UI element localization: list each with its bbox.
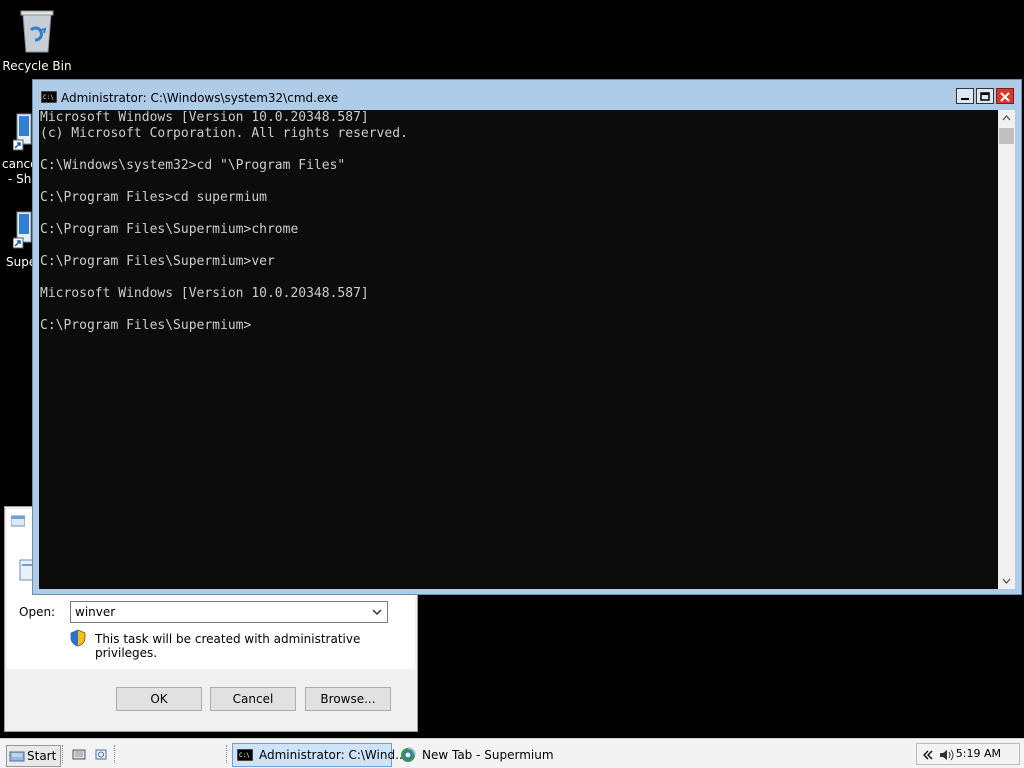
ok-button[interactable]: OK — [116, 687, 202, 711]
minimize-icon — [961, 98, 969, 100]
system-tray: 5:19 AM — [916, 743, 1020, 765]
shortcut-icon — [12, 113, 32, 151]
window-title: Administrator: C:\Windows\system32\cmd.e… — [61, 91, 339, 105]
taskbar-separator — [114, 745, 117, 763]
maximize-button[interactable] — [976, 88, 994, 104]
uac-shield-icon — [70, 629, 86, 647]
start-icon — [9, 751, 25, 762]
console-area[interactable]: Microsoft Windows [Version 10.0.20348.58… — [39, 110, 1015, 589]
taskbar-separator — [62, 745, 65, 763]
run-icon — [11, 515, 25, 527]
volume-icon[interactable] — [939, 748, 955, 762]
window-switcher-icon[interactable] — [94, 747, 108, 761]
scroll-thumb[interactable] — [999, 128, 1014, 144]
shortcut-icon — [12, 211, 32, 249]
maximize-icon — [980, 92, 990, 101]
scroll-down-button[interactable] — [998, 572, 1015, 589]
taskbar-item-label: Administrator: C:\Wind... — [259, 748, 407, 762]
console-output[interactable]: Microsoft Windows [Version 10.0.20348.58… — [40, 110, 408, 334]
desktop-icon-label: Recycle Bin — [2, 59, 72, 73]
cancel-button[interactable]: Cancel — [210, 687, 296, 711]
svg-text:C:\: C:\ — [43, 94, 54, 101]
taskbar-item-supermium[interactable]: New Tab - Supermium — [396, 743, 554, 767]
cmd-window[interactable]: C:\ Administrator: C:\Windows\system32\c… — [32, 79, 1022, 595]
cmd-titlebar[interactable]: C:\ Administrator: C:\Windows\system32\c… — [33, 80, 1021, 110]
taskbar: Start C:\ Administrator: C:\Wind... New … — [0, 738, 1024, 768]
show-desktop-icon[interactable] — [72, 747, 86, 761]
svg-text:C:\: C:\ — [239, 752, 250, 759]
browser-icon — [401, 747, 416, 762]
desktop-icon-recycle-bin[interactable]: Recycle Bin — [0, 8, 77, 74]
desktop: Recycle Bin cance - Sh Supe Open: winver… — [0, 0, 1024, 768]
open-combobox[interactable]: winver — [70, 601, 388, 623]
recycle-bin-icon — [20, 10, 54, 53]
admin-privileges-note: This task will be created with administr… — [95, 632, 361, 660]
taskbar-separator — [226, 745, 229, 763]
start-button[interactable]: Start — [6, 745, 62, 767]
scroll-up-button[interactable] — [998, 110, 1015, 127]
open-input-value[interactable]: winver — [75, 605, 115, 619]
vertical-scrollbar[interactable] — [998, 110, 1015, 589]
taskbar-item-cmd[interactable]: C:\ Administrator: C:\Wind... — [232, 743, 407, 767]
close-button[interactable] — [996, 88, 1014, 104]
chevron-double-left-icon[interactable] — [921, 748, 935, 762]
start-label: Start — [27, 749, 57, 763]
chevron-up-icon — [1002, 115, 1011, 121]
minimize-button[interactable] — [956, 88, 974, 104]
taskbar-item-label: New Tab - Supermium — [422, 748, 554, 762]
clock[interactable]: 5:19 AM — [956, 747, 1001, 760]
chevron-down-icon[interactable] — [370, 604, 384, 620]
cmd-icon: C:\ — [41, 91, 57, 103]
cmd-icon: C:\ — [237, 749, 253, 761]
open-label: Open: — [19, 605, 56, 619]
chevron-down-icon — [1002, 578, 1011, 584]
browse-button[interactable]: Browse... — [305, 687, 391, 711]
close-icon — [1000, 92, 1010, 102]
